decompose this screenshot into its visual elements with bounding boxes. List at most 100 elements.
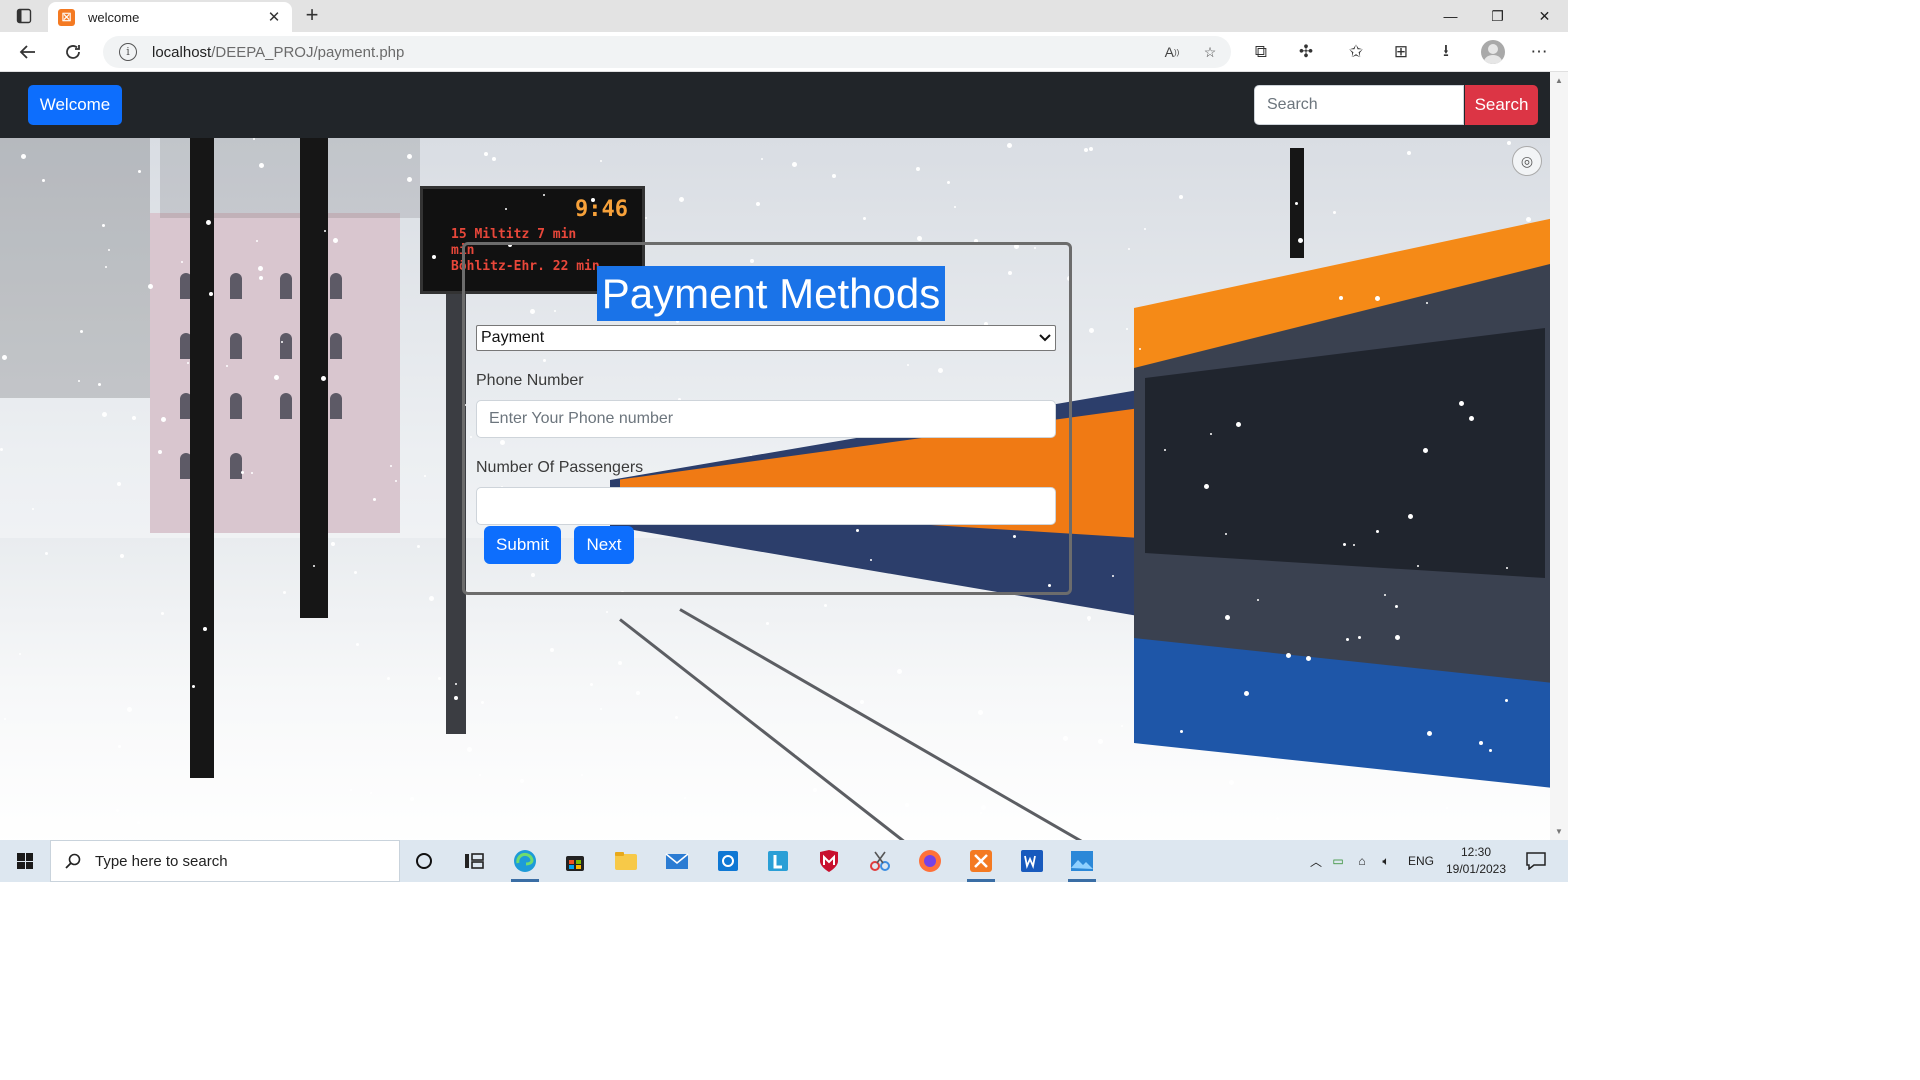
payment-select-value: Payment <box>481 329 545 346</box>
browser-tab-welcome[interactable]: ☒ welcome ✕ <box>48 2 292 32</box>
browser-essentials-icon[interactable]: ⧉ <box>1249 40 1273 64</box>
submit-button[interactable]: Submit <box>484 526 561 564</box>
xampp-icon[interactable] <box>961 845 1001 882</box>
network-icon[interactable]: ⌂ <box>1350 854 1374 868</box>
snowflake <box>395 480 397 482</box>
snowflake <box>1489 749 1492 752</box>
mail-icon[interactable] <box>657 845 697 877</box>
snowflake <box>350 789 352 791</box>
address-bar[interactable]: i localhost/DEEPA_PROJ/payment.php A)) ☆ <box>103 36 1231 68</box>
snowflake <box>356 643 359 646</box>
page-scrollbar[interactable]: ▲ ▼ <box>1550 72 1568 840</box>
snowflake <box>98 383 101 386</box>
snowflake <box>138 170 141 173</box>
downloads-icon[interactable]: ⭳ <box>1434 40 1458 64</box>
new-tab-icon[interactable]: + <box>300 4 324 28</box>
snowflake <box>118 745 121 748</box>
tab-title: welcome <box>88 9 140 25</box>
next-button[interactable]: Next <box>574 526 634 564</box>
notifications-icon[interactable] <box>1516 845 1556 877</box>
snowflake <box>1144 228 1146 230</box>
close-tab-icon[interactable]: ✕ <box>266 8 282 26</box>
snowflake <box>181 261 183 263</box>
snowflake <box>897 669 902 674</box>
cortana-icon[interactable] <box>404 845 444 877</box>
snipping-tool-icon[interactable] <box>860 845 900 877</box>
add-favorite-icon[interactable]: ☆ <box>1199 41 1221 63</box>
snowflake <box>1479 741 1483 745</box>
more-options-icon[interactable]: ⋯ <box>1527 40 1551 64</box>
welcome-button[interactable]: Welcome <box>28 85 122 125</box>
scroll-up-icon[interactable]: ▲ <box>1554 76 1564 85</box>
tree-branches <box>0 138 150 398</box>
collections-icon[interactable]: ⊞ <box>1389 40 1413 64</box>
pink-building <box>150 213 400 533</box>
snowflake <box>1343 543 1346 546</box>
visual-search-icon[interactable]: ◎ <box>1512 146 1542 176</box>
word-icon[interactable] <box>1012 845 1052 877</box>
window-controls: — ❐ ✕ <box>1427 0 1568 32</box>
snowflake <box>1505 699 1508 702</box>
snowflake <box>543 194 545 196</box>
phone-input[interactable]: Enter Your Phone number <box>476 400 1056 438</box>
snowflake <box>1276 817 1279 820</box>
file-explorer-icon[interactable] <box>606 845 646 877</box>
back-arrow-icon[interactable] <box>16 40 40 64</box>
volume-icon[interactable]: 🔈︎ <box>1374 854 1398 869</box>
snowflake <box>432 255 436 259</box>
restore-icon[interactable]: ❐ <box>1474 0 1521 32</box>
show-hidden-icons-icon[interactable]: ︿ <box>1306 853 1326 870</box>
profile-avatar[interactable] <box>1481 40 1505 64</box>
edge-icon[interactable] <box>505 845 545 882</box>
close-window-icon[interactable]: ✕ <box>1521 0 1568 32</box>
snowflake <box>324 230 326 232</box>
snowflake <box>1087 616 1091 620</box>
payment-method-select[interactable]: Payment <box>476 325 1056 351</box>
tab-actions-icon[interactable] <box>12 6 36 26</box>
snowflake <box>281 341 283 343</box>
scroll-down-icon[interactable]: ▼ <box>1554 827 1564 836</box>
snowflake <box>813 788 817 792</box>
navbar-search-input[interactable]: Search <box>1254 85 1464 125</box>
snowflake <box>1376 530 1379 533</box>
snowflake <box>253 138 255 140</box>
snowflake <box>1507 141 1511 145</box>
refresh-icon[interactable] <box>61 40 85 64</box>
snowflake <box>438 677 441 680</box>
taskbar-search-box[interactable]: Type here to search <box>50 840 400 882</box>
snowflake <box>981 805 986 810</box>
outlook-icon[interactable] <box>708 845 748 877</box>
top-navbar: Welcome Search Search <box>0 72 1550 138</box>
tree-branches <box>160 138 420 218</box>
minimize-icon[interactable]: — <box>1427 0 1474 32</box>
snowflake <box>1180 730 1183 733</box>
site-info-icon[interactable]: i <box>119 43 137 61</box>
read-aloud-icon[interactable]: A)) <box>1161 41 1183 63</box>
passengers-input[interactable] <box>476 487 1056 525</box>
snowflake <box>484 152 488 156</box>
store-icon[interactable] <box>555 845 595 877</box>
snowflake <box>636 691 640 695</box>
photos-icon[interactable] <box>1062 845 1102 882</box>
browser-tab-strip: ☒ welcome ✕ + — ❐ ✕ <box>0 0 1568 32</box>
snowflake <box>4 718 6 720</box>
snowflake <box>645 217 647 219</box>
snowflake <box>618 661 622 665</box>
navbar-search-button[interactable]: Search <box>1465 85 1538 125</box>
snowflake <box>954 206 956 208</box>
mcafee-icon[interactable] <box>809 845 849 877</box>
extensions-icon[interactable]: ✣ <box>1294 40 1318 64</box>
battery-icon[interactable]: ▭ <box>1326 854 1350 868</box>
launcher-l-icon[interactable] <box>758 845 798 877</box>
language-indicator[interactable]: ENG <box>1408 854 1434 868</box>
snowflake <box>105 266 107 268</box>
taskbar-clock[interactable]: 12:30 19/01/2023 <box>1438 844 1514 878</box>
url-text[interactable]: localhost/DEEPA_PROJ/payment.php <box>152 44 404 61</box>
start-button[interactable] <box>0 840 50 882</box>
snowflake <box>600 160 602 162</box>
task-view-icon[interactable] <box>454 845 494 877</box>
snowflake <box>370 792 372 794</box>
favorites-icon[interactable]: ✩ <box>1344 40 1368 64</box>
firefox-icon[interactable] <box>910 845 950 877</box>
snowflake <box>161 612 164 615</box>
